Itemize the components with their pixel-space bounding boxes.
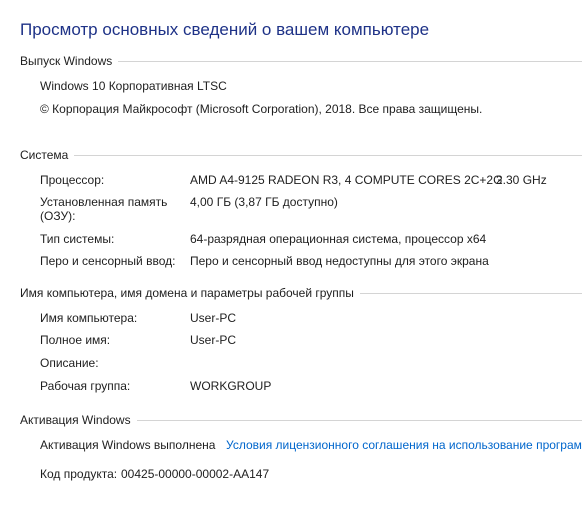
system-type-value: 64-разрядная операционная система, проце… — [190, 232, 487, 246]
system-type-label: Тип системы: — [40, 232, 115, 246]
copyright-text: © Корпорация Майкрософт (Microsoft Corpo… — [40, 102, 483, 116]
product-id-value: 00425-00000-00002-AA147 — [121, 467, 270, 481]
edition-name: Windows 10 Корпоративная LTSC — [40, 79, 227, 93]
section-divider — [74, 154, 582, 156]
full-name-label: Полное имя: — [40, 333, 111, 347]
ram-label-line2: (ОЗУ): — [40, 209, 76, 223]
license-terms-link[interactable]: Условия лицензионного соглашения на испо… — [226, 437, 582, 453]
description-label: Описание: — [40, 356, 99, 370]
section-divider — [118, 60, 582, 62]
workgroup-value: WORKGROUP — [190, 379, 272, 393]
edition-section-header: Выпуск Windows — [20, 54, 582, 68]
system-section-header: Система — [20, 148, 582, 162]
activation-section-header: Активация Windows — [20, 413, 582, 427]
computer-name-label: Имя компьютера: — [40, 311, 138, 325]
system-section-label: Система — [20, 148, 69, 162]
computer-name-value: User-PC — [190, 311, 237, 325]
activation-section-label: Активация Windows — [20, 413, 131, 427]
computer-section-label: Имя компьютера, имя домена и параметры р… — [20, 286, 354, 300]
processor-label: Процессор: — [40, 173, 105, 187]
section-divider — [359, 292, 582, 294]
workgroup-label: Рабочая группа: — [40, 379, 131, 393]
product-id-label: Код продукта: — [40, 467, 118, 481]
section-divider — [136, 419, 582, 421]
pen-touch-value: Перо и сенсорный ввод недоступны для это… — [190, 254, 489, 268]
full-name-value: User-PC — [190, 333, 237, 347]
edition-section-label: Выпуск Windows — [20, 54, 113, 68]
ram-value: 4,00 ГБ (3,87 ГБ доступно) — [190, 195, 338, 209]
processor-value: AMD A4-9125 RADEON R3, 4 COMPUTE CORES 2… — [190, 173, 503, 187]
processor-frequency: 2.30 GHz — [496, 173, 547, 187]
pen-touch-label: Перо и сенсорный ввод: — [40, 254, 176, 268]
computer-section-header: Имя компьютера, имя домена и параметры р… — [20, 286, 582, 300]
page-title: Просмотр основных сведений о вашем компь… — [20, 20, 430, 39]
activation-status: Активация Windows выполнена — [40, 438, 216, 452]
